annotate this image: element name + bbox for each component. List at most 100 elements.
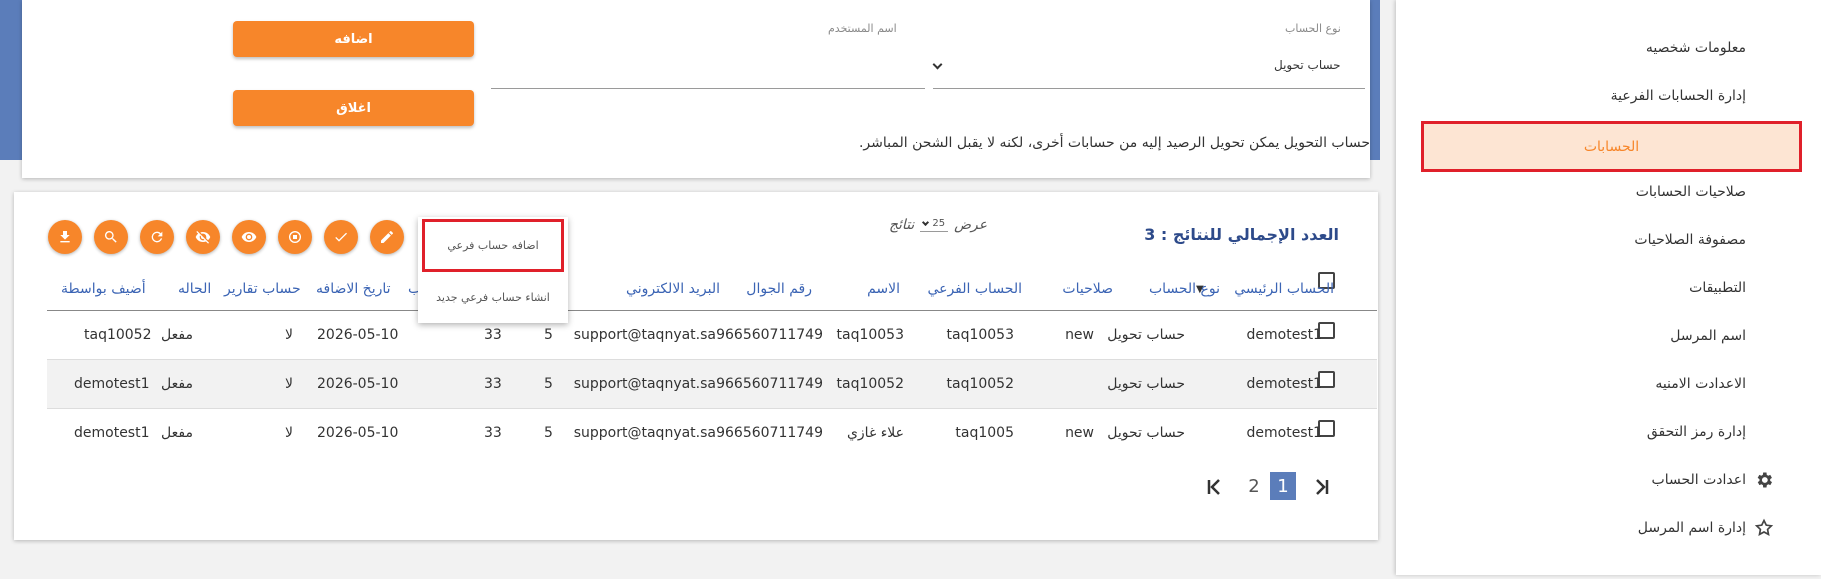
cell-status: مفعل bbox=[161, 327, 193, 343]
cell-sub-account: taq10052 bbox=[946, 376, 1015, 392]
first-page-icon[interactable] bbox=[1205, 477, 1227, 497]
show-label: عرض bbox=[954, 217, 988, 233]
cell-phone: 966560711749 bbox=[716, 376, 823, 392]
cell-count-b: 33 bbox=[484, 327, 502, 343]
add-account-form: نوع الحساب حساب تحويل اسم المستخدم اضافه… bbox=[22, 0, 1370, 178]
sidebar-item-personal-info[interactable]: معلومات شخصيه bbox=[1646, 40, 1746, 56]
cell-main-account: demotest1 bbox=[1246, 425, 1323, 441]
cell-added-by: demotest1 bbox=[74, 425, 150, 441]
sidebar-item-label: مصفوفة الصلاحيات bbox=[1634, 232, 1746, 248]
account-type-label: نوع الحساب bbox=[1285, 22, 1341, 35]
check-icon[interactable] bbox=[324, 220, 358, 254]
col-report-account[interactable]: حساب تقارير bbox=[224, 281, 301, 297]
cell-status: مفعل bbox=[161, 376, 193, 392]
cell-count-b: 33 bbox=[484, 376, 502, 392]
sidebar-item-otp-management[interactable]: إدارة رمز التحقق bbox=[1647, 424, 1746, 440]
star-icon bbox=[1754, 518, 1774, 536]
cell-report-account: لا bbox=[285, 376, 293, 392]
highlight-box bbox=[422, 219, 564, 272]
gear-icon bbox=[1757, 472, 1772, 488]
col-main-account-label: الحساب الرئيسي bbox=[1234, 281, 1334, 297]
col-added-by[interactable]: أضيف بواسطة bbox=[61, 281, 146, 297]
cell-name: taq10052 bbox=[836, 376, 905, 392]
help-text-content: حساب التحويل يمكن تحويل الرصيد إليه من ح… bbox=[858, 135, 1370, 151]
cell-main-account: demotest1 bbox=[1246, 376, 1323, 392]
cell-date: 2026-05-10 bbox=[317, 425, 399, 441]
cell-name: taq10053 bbox=[836, 327, 905, 343]
search-icon[interactable] bbox=[94, 220, 128, 254]
cell-added-by: taq10052 bbox=[84, 327, 152, 343]
last-page-icon[interactable] bbox=[1309, 477, 1331, 497]
cell-added-by: demotest1 bbox=[74, 376, 150, 392]
chevron-down-icon[interactable] bbox=[932, 59, 943, 70]
chevron-down-icon bbox=[922, 218, 930, 226]
cell-report-account: لا bbox=[285, 425, 293, 441]
sidebar-item-sender-name[interactable]: اسم المرسل bbox=[1670, 328, 1746, 344]
row-divider bbox=[47, 408, 1377, 409]
col-main-account[interactable]: الحساب الرئيسي bbox=[1234, 281, 1334, 297]
cell-account-type: حساب تحويل bbox=[1107, 327, 1185, 343]
sidebar-item-label: التطبيقات bbox=[1689, 280, 1746, 296]
sidebar-item-label: صلاحيات الحسابات bbox=[1635, 184, 1746, 200]
per-page-value: 25 bbox=[932, 218, 946, 229]
sidebar-item-label: معلومات شخصيه bbox=[1645, 40, 1746, 56]
sidebar: معلومات شخصيه إدارة الحسابات الفرعية صلا… bbox=[1396, 0, 1821, 575]
cell-phone: 966560711749 bbox=[716, 425, 823, 441]
total-results: العدد الإجمالي للنتائج : 3 bbox=[1144, 225, 1339, 244]
col-name[interactable]: الاسم bbox=[867, 281, 900, 297]
stop-icon[interactable] bbox=[278, 220, 312, 254]
sidebar-item-security-settings[interactable]: الاعدادت الامنيه bbox=[1655, 376, 1746, 392]
cell-report-account: لا bbox=[285, 327, 293, 343]
close-button[interactable]: اغلاق bbox=[233, 90, 474, 126]
menu-item-create-sub-account[interactable]: انشاء حساب فرعي جديد bbox=[418, 291, 568, 304]
sidebar-item-sub-accounts[interactable]: إدارة الحسابات الفرعية bbox=[1611, 88, 1746, 104]
results-label: نتائج bbox=[889, 217, 915, 233]
page-2[interactable]: 2 bbox=[1241, 472, 1267, 500]
sidebar-item-label: اعدادت الحساب bbox=[1651, 472, 1746, 488]
sidebar-item-account-settings[interactable]: اعدادت الحساب bbox=[1652, 470, 1774, 490]
username-label: اسم المستخدم bbox=[828, 22, 897, 35]
sidebar-item-permissions-matrix[interactable]: مصفوفة الصلاحيات bbox=[1634, 232, 1746, 248]
accounts-table-card: العدد الإجمالي للنتائج : 3 عرض 25 نتائج … bbox=[14, 192, 1378, 540]
col-permissions[interactable]: صلاحيات bbox=[1062, 281, 1113, 297]
col-sub-account[interactable]: الحساب الفرعي bbox=[927, 281, 1022, 297]
refresh-icon[interactable] bbox=[140, 220, 174, 254]
sidebar-item-label: إدارة رمز التحقق bbox=[1646, 424, 1746, 440]
page-1[interactable]: 1 bbox=[1270, 472, 1296, 500]
cell-date: 2026-05-10 bbox=[317, 327, 399, 343]
cell-permissions: new bbox=[1065, 425, 1094, 441]
download-icon[interactable] bbox=[48, 220, 82, 254]
sidebar-item-label: اسم المرسل bbox=[1670, 328, 1746, 344]
cell-count-a: 5 bbox=[544, 425, 553, 441]
row-divider bbox=[47, 359, 1377, 360]
cell-count-a: 5 bbox=[544, 327, 553, 343]
cell-email: support@taqnyat.sa bbox=[573, 425, 716, 441]
col-phone[interactable]: رقم الجوال bbox=[746, 281, 812, 297]
edit-icon[interactable] bbox=[370, 220, 404, 254]
highlight-box bbox=[1421, 121, 1802, 172]
sidebar-item-label: إدارة الحسابات الفرعية bbox=[1610, 88, 1746, 104]
account-type-select[interactable]: حساب تحويل bbox=[1274, 58, 1341, 72]
cell-sub-account: taq1005 bbox=[955, 425, 1014, 441]
cell-main-account: demotest1 bbox=[1246, 327, 1323, 343]
eye-icon[interactable] bbox=[232, 220, 266, 254]
cell-sub-account: taq10053 bbox=[946, 327, 1015, 343]
per-page-control: عرض 25 نتائج bbox=[889, 217, 987, 233]
sidebar-item-applications[interactable]: التطبيقات bbox=[1689, 280, 1746, 296]
col-status[interactable]: الحاله bbox=[178, 281, 211, 297]
per-page-select[interactable]: 25 bbox=[920, 218, 949, 232]
add-button[interactable]: اضافه bbox=[233, 21, 474, 57]
sidebar-item-label: الاعدادت الامنيه bbox=[1655, 376, 1746, 392]
cell-count-b: 33 bbox=[484, 425, 502, 441]
username-field[interactable] bbox=[491, 88, 925, 89]
cell-email: support@taqnyat.sa bbox=[573, 376, 716, 392]
help-text: حساب التحويل يمكن تحويل الرصيد إليه من ح… bbox=[859, 135, 1370, 151]
sidebar-item-account-permissions[interactable]: صلاحيات الحسابات bbox=[1636, 184, 1746, 200]
col-account-type[interactable]: نوع الحساب bbox=[1149, 281, 1220, 297]
sidebar-item-sender-name-management[interactable]: إدارة اسم المرسل bbox=[1638, 518, 1774, 538]
eye-off-icon[interactable] bbox=[186, 220, 220, 254]
col-email[interactable]: البريد الالكتروني bbox=[626, 281, 720, 297]
cell-name: علاء غازي bbox=[846, 425, 904, 441]
cell-account-type: حساب تحويل bbox=[1107, 425, 1185, 441]
col-date-added[interactable]: تاريخ الاضافه bbox=[316, 281, 391, 297]
